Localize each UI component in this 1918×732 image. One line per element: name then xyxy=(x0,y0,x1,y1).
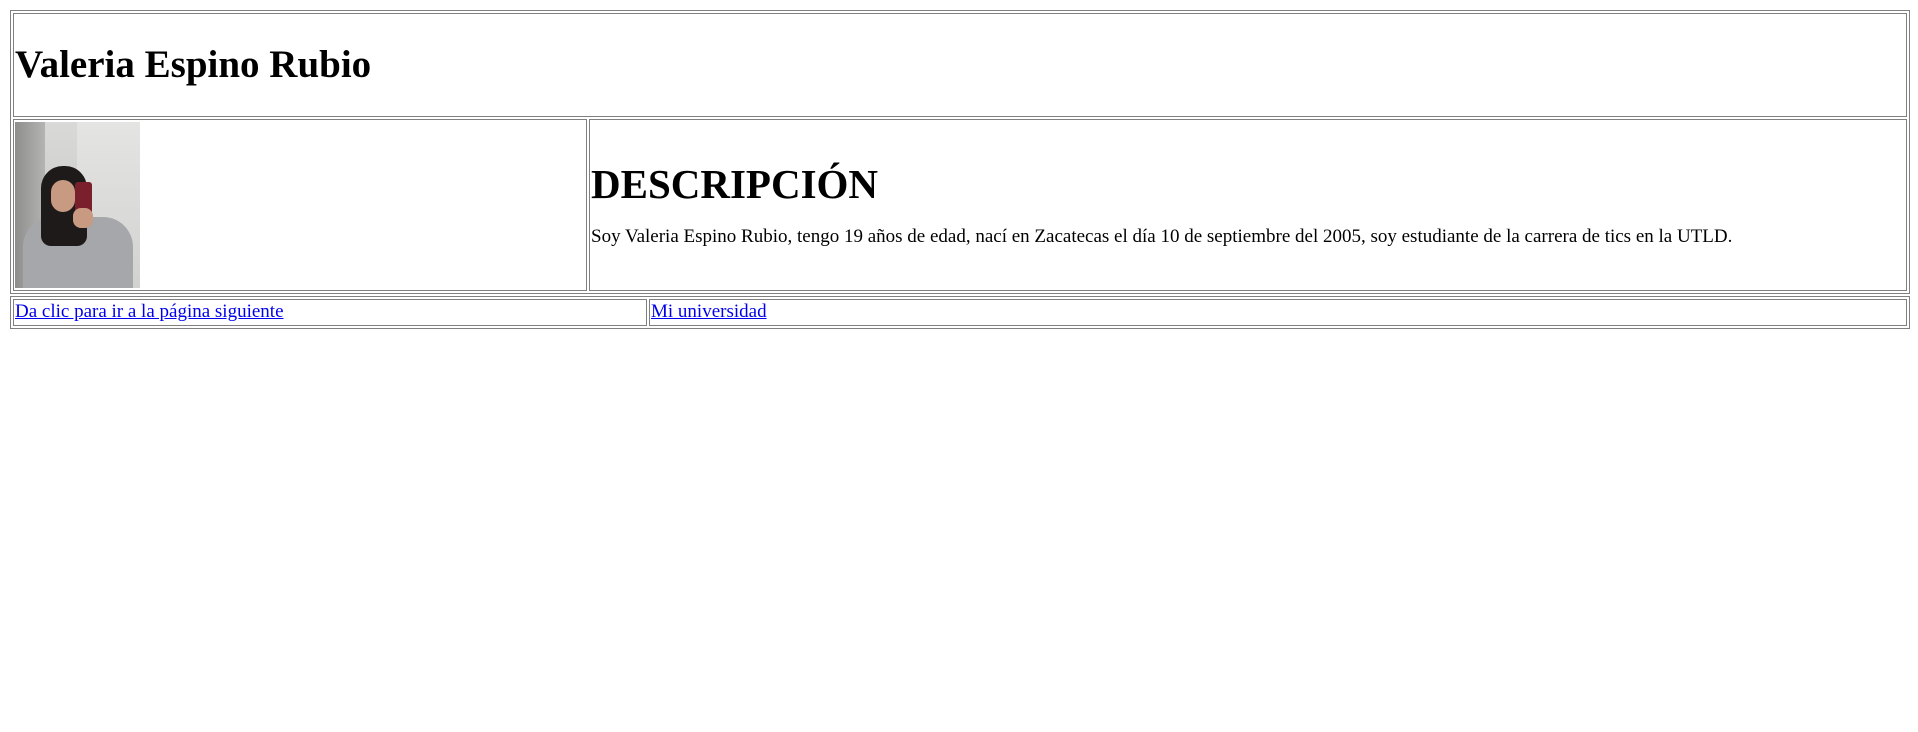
links-table: Da clic para ir a la página siguiente Mi… xyxy=(10,296,1910,329)
description-heading: DESCRIPCIÓN xyxy=(591,161,879,208)
next-page-link[interactable]: Da clic para ir a la página siguiente xyxy=(15,301,284,322)
next-page-cell: Da clic para ir a la página siguiente xyxy=(13,299,647,326)
page-title: Valeria Espino Rubio xyxy=(15,42,372,86)
profile-table: Valeria Espino Rubio DESCRIPCIÓN Soy Val… xyxy=(10,10,1910,294)
photo-cell xyxy=(13,119,587,291)
university-cell: Mi universidad xyxy=(649,299,1907,326)
page: Valeria Espino Rubio DESCRIPCIÓN Soy Val… xyxy=(10,10,1910,329)
university-link[interactable]: Mi universidad xyxy=(651,301,767,322)
title-cell: Valeria Espino Rubio xyxy=(13,13,1907,117)
description-cell: DESCRIPCIÓN Soy Valeria Espino Rubio, te… xyxy=(589,119,1907,291)
profile-photo xyxy=(15,122,140,288)
description-text: Soy Valeria Espino Rubio, tengo 19 años … xyxy=(591,226,1733,248)
